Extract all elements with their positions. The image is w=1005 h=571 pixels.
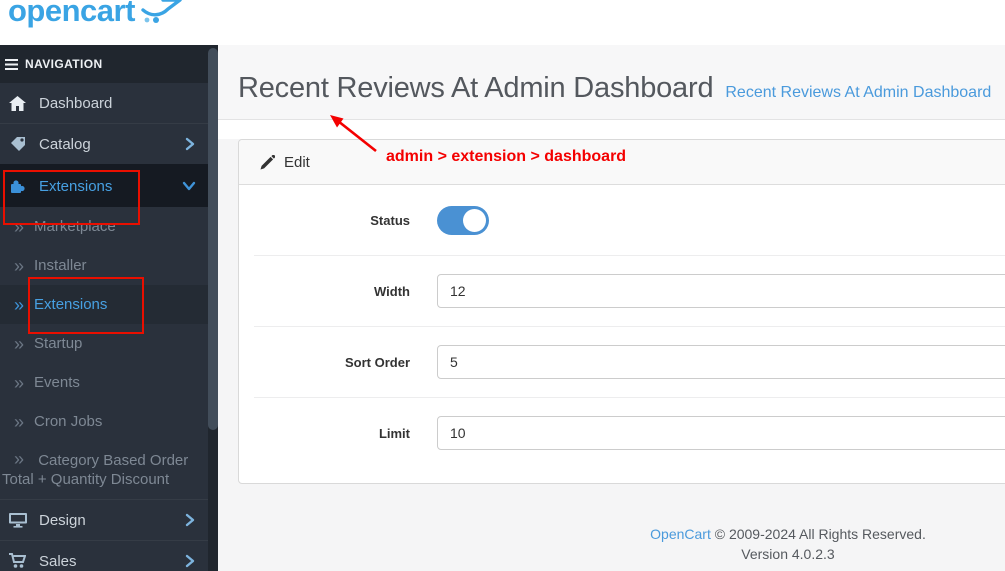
double-chevron-icon: »	[14, 449, 25, 469]
sidebar-subitem-events[interactable]: » Events	[0, 363, 208, 402]
sidebar-subitem-label: Installer	[34, 257, 87, 274]
version-text: Version 4.0.2.3	[741, 546, 835, 562]
sidebar-subitem-marketplace[interactable]: » Marketplace	[0, 207, 208, 246]
double-chevron-icon: »	[14, 216, 25, 237]
limit-label: Limit	[378, 425, 410, 441]
chevron-right-icon	[184, 137, 196, 151]
panel-body: Status Width Sort Order	[239, 185, 1005, 483]
width-input[interactable]	[437, 274, 1005, 308]
sidebar-item-label: Dashboard	[39, 94, 113, 112]
double-chevron-icon: »	[14, 411, 25, 432]
opencart-logo[interactable]: opencart	[8, 0, 183, 29]
form-row-limit: Limit	[254, 398, 1005, 468]
edit-panel: Edit Status Width 12 Sort Order 5 Limit …	[238, 139, 1005, 484]
puzzle-icon	[8, 178, 27, 194]
copyright-line: OpenCart © 2009-2024 All Rights Reserved…	[218, 526, 1005, 542]
double-chevron-icon: »	[14, 255, 25, 276]
form-row-width: Width	[254, 256, 1005, 327]
form-row-sort-order: Sort Order	[254, 327, 1005, 398]
sidebar-scrollbar-thumb[interactable]	[208, 48, 218, 430]
content-area: Edit Status Width 12 Sort Order 5 Limit …	[218, 139, 1005, 571]
sidebar-subitem-startup[interactable]: » Startup	[0, 324, 208, 363]
sidebar-item-label: Catalog	[39, 135, 91, 153]
home-icon	[8, 95, 27, 111]
sort-order-input[interactable]	[437, 345, 1005, 379]
sidebar-subitem-extensions[interactable]: » Extensions	[0, 285, 208, 324]
sidebar: NAVIGATION Dashboard Catalog Extensions …	[0, 45, 218, 571]
chevron-right-icon	[184, 554, 196, 568]
chevron-down-icon	[182, 180, 196, 192]
sidebar-subitem-label: Startup	[34, 335, 83, 352]
sidebar-item-label: Sales	[39, 552, 77, 570]
sidebar-subitem-installer[interactable]: » Installer	[0, 246, 208, 285]
logo-text: opencart	[8, 0, 135, 28]
annotation-path-note: admin > extension > dashboard	[386, 148, 627, 165]
footer: OpenCart © 2009-2024 All Rights Reserved…	[218, 526, 1005, 562]
sidebar-scrollbar-track[interactable]	[208, 45, 218, 571]
opencart-footer-link[interactable]: OpenCart	[650, 526, 711, 542]
sidebar-item-extensions[interactable]: Extensions	[0, 164, 208, 207]
sidebar-subitem-cron-jobs[interactable]: » Cron Jobs	[0, 402, 208, 441]
sidebar-item-sales[interactable]: Sales	[0, 540, 208, 571]
sidebar-item-label: Design	[39, 511, 86, 529]
status-label: Status	[370, 212, 410, 228]
main-content: Recent Reviews At Admin Dashboard Recent…	[218, 45, 1005, 571]
double-chevron-icon: »	[14, 294, 25, 315]
navigation-label: NAVIGATION	[25, 57, 103, 71]
form-row-status: Status	[254, 185, 1005, 256]
page-title: Recent Reviews At Admin Dashboard	[238, 72, 714, 104]
logo-cart-icon	[141, 0, 183, 29]
sidebar-subitem-label: Marketplace	[34, 218, 116, 235]
sidebar-navigation-header: NAVIGATION	[0, 45, 208, 83]
breadcrumb[interactable]: Recent Reviews At Admin Dashboard	[725, 84, 991, 102]
panel-header-label: Edit	[284, 153, 310, 171]
double-chevron-icon: »	[14, 333, 25, 354]
sidebar-item-label: Extensions	[39, 177, 113, 195]
hamburger-icon[interactable]	[5, 58, 18, 70]
sidebar-item-design[interactable]: Design	[0, 499, 208, 540]
top-bar: opencart	[0, 0, 1005, 45]
sidebar-subitem-category-based-order[interactable]: » Category Based Order Total + Quantity …	[0, 441, 196, 499]
copyright-text: © 2009-2024 All Rights Reserved.	[714, 526, 926, 542]
page-header: Recent Reviews At Admin Dashboard Recent…	[218, 45, 1005, 120]
chevron-right-icon	[184, 513, 196, 527]
cart-icon	[8, 553, 27, 569]
sidebar-item-dashboard[interactable]: Dashboard	[0, 83, 208, 123]
sidebar-subitem-label: Events	[34, 374, 80, 391]
monitor-icon	[8, 512, 27, 528]
status-toggle[interactable]	[437, 205, 489, 235]
sidebar-subitem-label: Cron Jobs	[34, 413, 103, 430]
width-label: Width	[374, 283, 410, 299]
sort-order-label: Sort Order	[344, 354, 410, 370]
toggle-knob	[463, 208, 486, 232]
limit-input[interactable]	[437, 416, 1005, 450]
pencil-icon	[260, 154, 275, 170]
double-chevron-icon: »	[14, 372, 25, 393]
tag-icon	[8, 136, 27, 152]
sidebar-subitem-label: Extensions	[34, 296, 108, 313]
sidebar-subitem-label: Category Based Order Total + Quantity Di…	[2, 452, 189, 488]
sidebar-item-catalog[interactable]: Catalog	[0, 123, 208, 164]
